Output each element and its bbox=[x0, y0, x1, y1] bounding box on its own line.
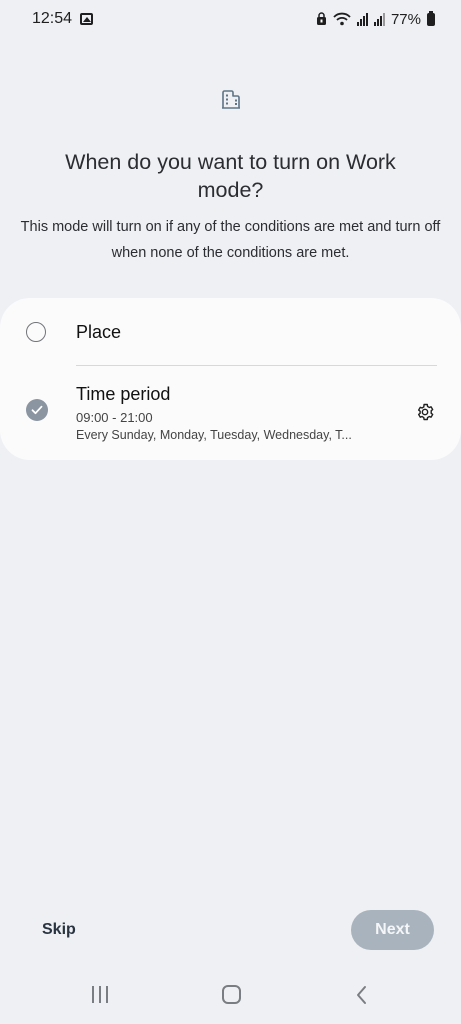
navigation-bar bbox=[0, 970, 461, 1024]
condition-row-place[interactable]: Place bbox=[0, 298, 461, 366]
place-radio-button[interactable] bbox=[26, 322, 46, 342]
time-period-label: Time period bbox=[76, 384, 171, 404]
status-time: 12:54 bbox=[32, 10, 73, 27]
condition-row-time-period[interactable]: Time period 09:00 - 21:00 Every Sunday, … bbox=[0, 366, 461, 460]
time-days-text: Every Sunday, Monday, Tuesday, Wednesday… bbox=[76, 428, 352, 442]
page-title: When do you want to turn on Work mode? bbox=[65, 150, 396, 202]
conditions-card: Place Time period 09:00 - 21:00 Every Su… bbox=[0, 298, 461, 460]
next-button[interactable]: Next bbox=[351, 910, 434, 950]
status-right: 77% bbox=[316, 10, 435, 28]
home-icon[interactable] bbox=[222, 985, 241, 1004]
signal-strength-icon bbox=[356, 12, 368, 26]
lock-icon bbox=[316, 12, 327, 26]
status-left: 12:54 bbox=[32, 10, 94, 28]
status-bar: 12:54 77% bbox=[0, 0, 461, 38]
battery-percentage: 77% bbox=[390, 10, 421, 28]
battery-icon bbox=[427, 10, 435, 26]
gallery-notification-icon bbox=[80, 13, 94, 25]
back-icon[interactable] bbox=[354, 985, 370, 1005]
gear-icon[interactable] bbox=[415, 402, 435, 422]
building-icon bbox=[220, 88, 242, 110]
skip-button[interactable]: Skip bbox=[42, 921, 76, 939]
recents-icon[interactable] bbox=[92, 986, 108, 1003]
place-label: Place bbox=[76, 321, 122, 342]
page-description: This mode will turn on if any of the con… bbox=[20, 219, 441, 261]
wifi-icon bbox=[333, 12, 351, 26]
screen: 12:54 77% When do you want to turn on Wo… bbox=[0, 0, 461, 1024]
time-range-text: 09:00 - 21:00 bbox=[76, 410, 153, 425]
signal-strength-2-icon bbox=[373, 12, 385, 26]
time-period-checkbox[interactable] bbox=[26, 399, 48, 421]
